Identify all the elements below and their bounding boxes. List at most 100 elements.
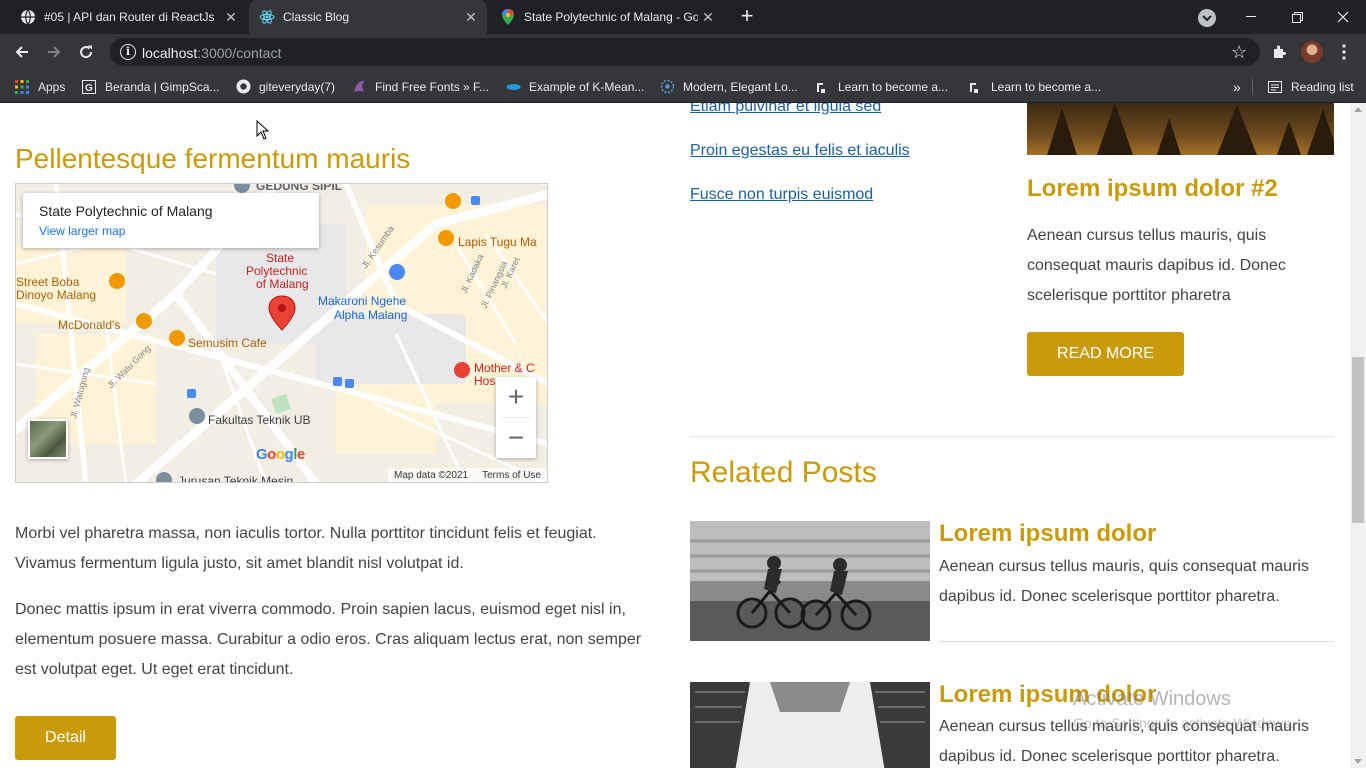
bookmark-roadmap-2[interactable]: Learn to become a... — [967, 70, 1101, 103]
reading-list-icon — [1267, 79, 1283, 95]
roadmap-icon — [814, 79, 830, 95]
bookmark-label: Learn to become a... — [838, 79, 949, 94]
reload-button[interactable] — [74, 40, 98, 64]
view-larger-map-link[interactable]: View larger map — [39, 224, 303, 238]
map-footer: Map data ©2021 Terms of Use — [388, 468, 547, 482]
page-viewport: Pellentesque fermentum mauris GEDUNG SIP… — [0, 103, 1350, 768]
related-title-1[interactable]: Lorem ipsum dolor — [939, 520, 1156, 548]
back-button[interactable] — [10, 40, 34, 64]
reading-list-label: Reading list — [1291, 79, 1354, 94]
profile-avatar[interactable] — [1301, 41, 1323, 63]
scrollbar-thumb[interactable] — [1352, 357, 1364, 523]
menu-kebab-icon[interactable] — [1332, 40, 1356, 64]
related-separator — [939, 641, 1334, 642]
related-image-buildings[interactable] — [690, 682, 930, 768]
card-title[interactable]: Lorem ipsum dolor #2 — [1027, 175, 1278, 203]
map-zoom-control: + − — [496, 377, 536, 458]
close-window-button[interactable] — [1320, 0, 1366, 34]
map-info-card: State Polytechnic of Malang View larger … — [23, 193, 319, 248]
bookmark-label: Example of K-Mean... — [529, 79, 645, 94]
tab-strip: #05 | API dan Router di ReactJs ✕ Classi… — [0, 0, 1366, 34]
tab-title: #05 | API dan Router di ReactJs — [44, 10, 215, 24]
maps-pin-icon — [500, 9, 516, 25]
page-scrollbar[interactable] — [1350, 103, 1366, 768]
card-text: Aenean cursus tellus mauris, quis conseq… — [1027, 227, 1286, 304]
bookmark-apps[interactable]: Apps — [14, 70, 65, 103]
bookmark-gimpscape[interactable]: G Beranda | GimpSca... — [81, 70, 220, 103]
reading-list-button[interactable]: Reading list — [1267, 70, 1354, 103]
restore-button[interactable] — [1274, 0, 1320, 34]
tab-title: Classic Blog — [283, 10, 350, 24]
post-title: Pellentesque fermentum mauris — [15, 143, 411, 174]
bookmark-kmean[interactable]: Example of K-Mean... — [505, 70, 644, 103]
globe-icon — [20, 9, 36, 25]
minimize-button[interactable] — [1228, 0, 1274, 34]
tab-api-router[interactable]: #05 | API dan Router di ReactJs ✕ — [0, 0, 247, 34]
tab-search-button[interactable] — [1198, 9, 1216, 27]
google-logo: Google — [256, 446, 305, 463]
browser-toolbar: i localhost:3000/contact ☆ — [0, 34, 1366, 70]
related-text-1: Aenean cursus tellus mauris, quis conseq… — [939, 558, 1309, 605]
card-image-forest — [1027, 103, 1334, 155]
restore-icon — [1291, 11, 1303, 23]
related-image-cyclists[interactable] — [690, 521, 930, 641]
map-data-credit: Map data ©2021 — [394, 469, 469, 481]
tab-google-maps[interactable]: State Polytechnic of Malang - Go ✕ — [488, 0, 724, 34]
map-label-mcd: McDonald's — [58, 318, 120, 332]
gimp-icon: G — [81, 79, 97, 95]
section-divider — [690, 436, 1334, 437]
map-place-name: State Polytechnic of Malang — [39, 203, 213, 219]
address-bar[interactable]: i localhost:3000/contact ☆ — [110, 38, 1260, 66]
map-label-semusim: Semusim Cafe — [188, 336, 267, 350]
kmean-icon — [505, 79, 521, 95]
sidebar-link-proin[interactable]: Proin egestas eu felis et iaculis — [690, 142, 910, 160]
detail-button[interactable]: Detail — [15, 716, 116, 760]
close-tab-icon[interactable]: ✕ — [461, 9, 481, 26]
bookmark-label: Beranda | GimpSca... — [105, 79, 220, 94]
bookmark-label: giteveryday(7) — [259, 79, 336, 94]
map-terms-link[interactable]: Terms of Use — [482, 470, 541, 481]
roadmap-icon — [967, 79, 983, 95]
url-text: localhost:3000/contact — [142, 45, 281, 61]
bookmark-label: Learn to become a... — [991, 79, 1102, 94]
close-tab-icon[interactable]: ✕ — [221, 9, 241, 26]
satellite-toggle[interactable] — [28, 419, 68, 459]
scroll-down-arrow-icon[interactable] — [1354, 759, 1362, 764]
bookmark-star-icon[interactable]: ☆ — [1231, 42, 1247, 63]
react-icon — [259, 9, 275, 25]
windows-activation-subtext: Go to Settings to activate Windows. — [1073, 715, 1294, 731]
apps-grid-icon — [14, 79, 30, 95]
extensions-icon[interactable] — [1267, 40, 1291, 64]
chevron-down-icon — [1202, 15, 1212, 22]
forward-button[interactable] — [42, 40, 66, 64]
arrow-left-icon — [15, 46, 28, 58]
bookmark-giteveryday[interactable]: giteveryday(7) — [235, 70, 335, 103]
bookmark-modern-elegant[interactable]: Modern, Elegant Lo... — [659, 70, 798, 103]
related-posts-heading: Related Posts — [690, 456, 877, 489]
sidebar-link-fusce[interactable]: Fusce non turpis euismod — [690, 186, 873, 204]
read-more-button[interactable]: READ MORE — [1027, 332, 1184, 376]
github-icon — [235, 79, 251, 95]
close-tab-icon[interactable]: ✕ — [698, 9, 718, 26]
bookmark-roadmap-1[interactable]: Learn to become a... — [814, 70, 948, 103]
post-paragraph-2: Donec mattis ipsum in erat viverra commo… — [15, 601, 642, 678]
map-label-gedung: GEDUNG SIPIL — [256, 184, 342, 193]
bookmark-divider — [1252, 79, 1253, 95]
embedded-map[interactable]: GEDUNG SIPIL State Polytechnic of Malang M… — [15, 183, 548, 483]
zoom-out-button[interactable]: − — [496, 418, 536, 458]
windows-activation-watermark: Activate Windows — [1073, 688, 1231, 710]
more-bookmarks-chevron-icon[interactable]: » — [1233, 70, 1241, 103]
map-label-jurusan: Jurusan Teknik Mesin — [178, 474, 293, 483]
new-tab-button[interactable]: + — [735, 5, 759, 29]
bookmark-label: Find Free Fonts » F... — [375, 79, 490, 94]
site-info-icon[interactable]: i — [120, 44, 136, 60]
bookmark-fonts[interactable]: Find Free Fonts » F... — [351, 70, 489, 103]
minimize-icon — [1246, 16, 1256, 17]
sidebar-link-etiam[interactable]: Etiam pulvinar et ligula sed — [690, 103, 881, 116]
bookmark-label: Modern, Elegant Lo... — [683, 79, 798, 94]
scroll-up-arrow-icon[interactable] — [1354, 107, 1362, 112]
map-label-lapis: Lapis Tugu Ma — [458, 235, 537, 249]
post-paragraph-1: Morbi vel pharetra massa, non iaculis to… — [15, 525, 597, 572]
zoom-in-button[interactable]: + — [496, 377, 536, 417]
tab-classic-blog[interactable]: Classic Blog ✕ — [249, 0, 487, 34]
